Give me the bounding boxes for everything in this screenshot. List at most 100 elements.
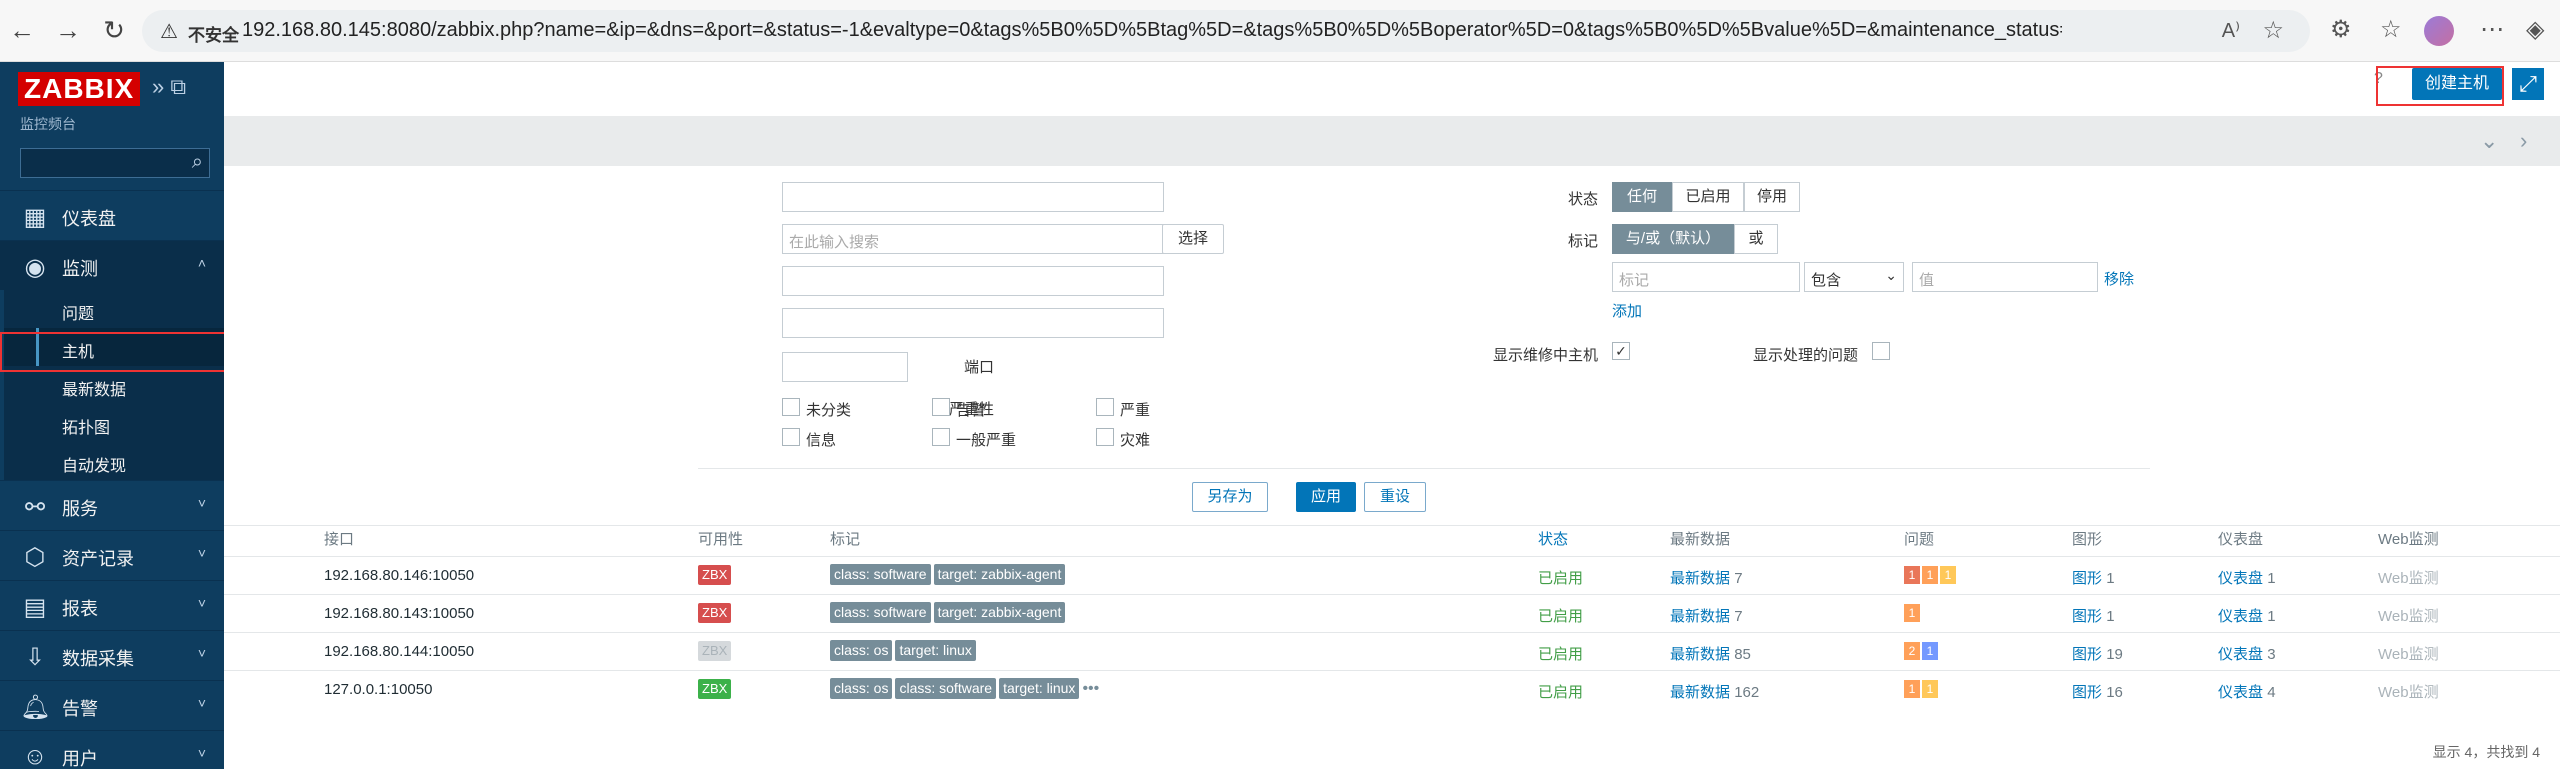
apply-button[interactable]: 应用 [1296,482,1356,512]
read-aloud-icon[interactable]: A⁾ [2222,18,2240,43]
name-input[interactable] [782,182,1164,212]
dashboards-link[interactable]: 仪表盘 [2218,684,2263,701]
host-tag[interactable]: class: software [830,564,931,585]
graphs-link[interactable]: 图形 [2072,570,2102,587]
more-icon[interactable]: ⋯ [2480,14,2504,46]
severity-checkbox[interactable] [782,398,800,416]
dashboards-link[interactable]: 仪表盘 [2218,608,2263,625]
back-icon[interactable]: ← [6,14,38,46]
extensions-icon[interactable]: ⚙ [2330,14,2352,46]
dashboards-link[interactable]: 仪表盘 [2218,570,2263,587]
reset-button[interactable]: 重设 [1364,482,1426,512]
add-tag-link[interactable]: 添加 [1612,300,1642,321]
collapse-sidebar-icon[interactable]: » [152,74,164,99]
tag-value-input[interactable]: 值 [1912,262,2098,292]
host-status[interactable]: 已启用 [1538,681,1583,702]
kiosk-mode-icon[interactable]: ⧉ [170,74,186,99]
sidebar-item-services[interactable]: ⚯ 服务 ˅ [0,480,224,530]
show-suppressed-checkbox[interactable] [1872,342,1890,360]
severity-checkbox[interactable] [1096,428,1114,446]
graphs-link[interactable]: 图形 [2072,646,2102,663]
latest-data-link[interactable]: 最新数据 [1670,684,1730,701]
profile-avatar[interactable] [2424,16,2454,46]
sidebar-search-input[interactable]: ⌕ [20,148,210,178]
dashboards-link[interactable]: 仪表盘 [2218,646,2263,663]
host-tag[interactable]: target: linux [895,640,976,661]
sidebar-item-reports[interactable]: ▤ 报表 ˅ [0,580,224,630]
problem-count-badge[interactable]: 2 [1904,642,1920,660]
problem-count-badge[interactable]: 1 [1904,604,1920,622]
chevron-down-icon[interactable]: ⌄ [2480,128,2498,154]
warning-icon[interactable]: ⚠ [160,19,178,44]
forward-icon[interactable]: → [52,14,84,46]
security-label[interactable]: 不安全 [188,21,239,46]
latest-data-link[interactable]: 最新数据 [1670,646,1730,663]
sidebar-item-inventory[interactable]: ⬡ 资产记录 ˅ [0,530,224,580]
web-monitoring-link[interactable]: Web监测 [2378,567,2439,588]
latest-data-link[interactable]: 最新数据 [1670,608,1730,625]
web-monitoring-link[interactable]: Web监测 [2378,605,2439,626]
dns-input[interactable] [782,308,1164,338]
tag-mode-and-or-option[interactable]: 与/或（默认） [1612,224,1734,254]
problem-count-badge[interactable]: 1 [1904,566,1920,584]
availability-badge[interactable]: ZBX [698,603,732,623]
more-tags-icon[interactable]: ••• [1082,680,1099,697]
web-monitoring-link[interactable]: Web监测 [2378,643,2439,664]
tag-name-input[interactable]: 标记 [1612,262,1800,292]
host-status[interactable]: 已启用 [1538,567,1583,588]
host-tag[interactable]: class: software [895,678,997,699]
sidebar-item-data-collection[interactable]: ⇩ 数据采集 ˅ [0,630,224,680]
status-any-option[interactable]: 任何 [1612,182,1672,212]
availability-badge[interactable]: ZBX [698,565,732,585]
favorite-star-icon[interactable]: ☆ [2262,16,2284,45]
tag-mode-or-option[interactable]: 或 [1734,224,1778,254]
select-hostgroup-button[interactable]: 选择 [1162,224,1224,254]
problem-count-badge[interactable]: 1 [1940,566,1956,584]
url-text[interactable]: 192.168.80.145:8080/zabbix.php?name=&ip=… [242,19,2062,42]
problem-count-badge[interactable]: 1 [1922,566,1938,584]
save-as-button[interactable]: 另存为 [1192,482,1268,512]
port-input[interactable] [782,352,908,382]
problem-count-badge[interactable]: 1 [1904,680,1920,698]
latest-data-link[interactable]: 最新数据 [1670,570,1730,587]
sidebar-item-monitoring[interactable]: ◉ 监测 ˄ [0,240,224,290]
status-enabled-option[interactable]: 已启用 [1672,182,1744,212]
host-status[interactable]: 已启用 [1538,643,1583,664]
sidebar-item-alerts[interactable]: 🔔︎ 告警 ˅ [0,680,224,730]
ip-input[interactable] [782,266,1164,296]
column-header-interface[interactable]: 接口 [324,528,354,549]
fullscreen-icon[interactable]: ⤢ [2512,68,2544,100]
problem-count-badge[interactable]: 1 [1922,680,1938,698]
graphs-link[interactable]: 图形 [2072,608,2102,625]
host-tag[interactable]: class: os [830,640,893,661]
remove-tag-link[interactable]: 移除 [2104,268,2134,289]
host-tag[interactable]: class: software [830,602,931,623]
sidebar-subitem-discovery[interactable]: 自动发现 [0,442,224,480]
host-tag[interactable]: class: os [830,678,893,699]
host-tag[interactable]: target: zabbix-agent [933,564,1066,585]
copilot-icon[interactable]: ◈ [2526,14,2544,46]
search-icon[interactable]: ⌕ [192,151,203,174]
severity-checkbox[interactable] [1096,398,1114,416]
problem-count-badge[interactable]: 1 [1922,642,1938,660]
graphs-link[interactable]: 图形 [2072,684,2102,701]
availability-badge[interactable]: ZBX [698,641,732,661]
sidebar-item-dashboard[interactable]: ▦ 仪表盘 [0,190,224,240]
chevron-right-icon[interactable]: › [2520,128,2527,154]
zabbix-logo[interactable]: ZABBIX [18,72,141,106]
favorites-icon[interactable]: ☆ [2380,14,2402,46]
severity-checkbox[interactable] [932,428,950,446]
severity-checkbox[interactable] [932,398,950,416]
host-status[interactable]: 已启用 [1538,605,1583,626]
severity-checkbox[interactable] [782,428,800,446]
sidebar-item-users[interactable]: ☺ 用户 ˅ [0,730,224,769]
hostgroup-input[interactable]: 在此输入搜索 [782,224,1164,254]
availability-badge[interactable]: ZBX [698,679,732,699]
web-monitoring-link[interactable]: Web监测 [2378,681,2439,702]
column-header-status[interactable]: 状态 [1538,528,1568,549]
sidebar-subitem-maps[interactable]: 拓扑图 [0,404,224,442]
host-tag[interactable]: target: linux [999,678,1080,699]
reload-icon[interactable]: ↻ [98,14,130,46]
status-disabled-option[interactable]: 停用 [1744,182,1800,212]
sidebar-subitem-problems[interactable]: 问题 [0,290,224,328]
